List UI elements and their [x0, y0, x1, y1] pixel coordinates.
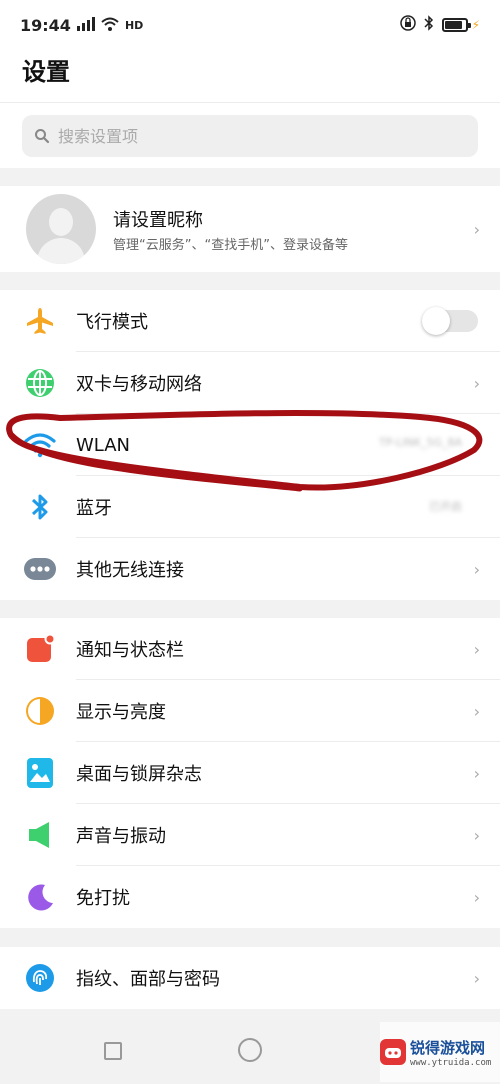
- search-box[interactable]: [22, 115, 478, 157]
- settings-item-label: 声音与振动: [76, 826, 166, 847]
- chevron-right-icon: ›: [473, 374, 480, 393]
- settings-item-sound[interactable]: 声音与振动 ›: [0, 804, 500, 866]
- security-section: 指纹、面部与密码 ›: [0, 947, 500, 1009]
- connectivity-section: 飞行模式 双卡与移动网络 › WLAN TP-LINK_5G_8A 蓝牙 已开启…: [0, 290, 500, 600]
- battery-icon: [441, 18, 471, 32]
- search-input[interactable]: [58, 126, 358, 146]
- wlan-network-value: TP-LINK_5G_8A: [379, 436, 462, 449]
- lock-rotation-icon: [399, 15, 416, 35]
- wifi-icon: [24, 429, 56, 461]
- display-section: 通知与状态栏 › 显示与亮度 › 桌面与锁屏杂志 › 声音与振动 › 免打扰 ›: [0, 618, 500, 928]
- chevron-right-icon: ›: [473, 969, 480, 988]
- bluetooth-status-value: 已开启: [429, 500, 462, 513]
- settings-item-airplane[interactable]: 飞行模式: [0, 290, 500, 352]
- status-right: ⚡: [399, 15, 480, 35]
- chevron-right-icon: ›: [473, 764, 480, 783]
- settings-item-wlan[interactable]: WLAN TP-LINK_5G_8A: [0, 414, 500, 476]
- profile-name: 请设置昵称: [113, 210, 203, 231]
- settings-item-display[interactable]: 显示与亮度 ›: [0, 680, 500, 742]
- globe-icon: [24, 367, 56, 399]
- settings-item-label: 其他无线连接: [76, 560, 184, 581]
- chevron-right-icon: ›: [473, 826, 480, 845]
- watermark: 锐得游戏网 www.ytruida.com: [380, 1022, 500, 1082]
- chevron-right-icon: ›: [473, 560, 480, 579]
- settings-item-label: 通知与状态栏: [76, 640, 184, 661]
- toggle-knob: [422, 307, 450, 335]
- brightness-icon: [24, 695, 56, 727]
- settings-item-label: 双卡与移动网络: [76, 374, 202, 395]
- watermark-logo-icon: [380, 1039, 406, 1065]
- battery-fill: [444, 21, 462, 29]
- settings-item-do-not-disturb[interactable]: 免打扰 ›: [0, 866, 500, 928]
- charging-icon: ⚡: [471, 18, 480, 32]
- settings-item-dual-sim[interactable]: 双卡与移动网络 ›: [0, 352, 500, 414]
- moon-icon: [24, 881, 56, 913]
- chevron-right-icon: ›: [473, 888, 480, 907]
- page-title: 设置: [22, 58, 70, 86]
- profile-card[interactable]: 请设置昵称 管理“云服务”、“查找手机”、登录设备等 ›: [0, 186, 500, 272]
- speaker-icon: [24, 819, 56, 851]
- settings-item-label: WLAN: [76, 434, 131, 456]
- status-left: 19:44 HD: [20, 16, 143, 35]
- settings-item-label: 蓝牙: [76, 498, 112, 519]
- chevron-right-icon: ›: [473, 702, 480, 721]
- avatar-body: [37, 238, 85, 264]
- more-dots-icon: [24, 553, 56, 585]
- status-bar: 19:44 HD ⚡: [0, 0, 500, 50]
- home-button[interactable]: [238, 1038, 262, 1062]
- network-type: HD: [124, 18, 144, 32]
- watermark-url: www.ytruida.com: [410, 1057, 492, 1068]
- settings-item-label: 显示与亮度: [76, 702, 166, 723]
- recent-apps-button[interactable]: [104, 1042, 122, 1060]
- watermark-text: 锐得游戏网 www.ytruida.com: [410, 1037, 491, 1068]
- fingerprint-icon: [24, 962, 56, 994]
- settings-item-label: 飞行模式: [76, 312, 148, 333]
- settings-item-other-wireless[interactable]: 其他无线连接 ›: [0, 538, 500, 600]
- profile-subtitle: 管理“云服务”、“查找手机”、登录设备等: [113, 238, 348, 253]
- notification-icon: [24, 633, 56, 665]
- header: 设置: [0, 50, 500, 102]
- settings-item-wallpaper[interactable]: 桌面与锁屏杂志 ›: [0, 742, 500, 804]
- airplane-icon: [24, 305, 56, 337]
- wallpaper-icon: [24, 757, 56, 789]
- bluetooth-icon: [24, 491, 56, 523]
- chevron-right-icon: ›: [473, 640, 480, 659]
- settings-item-label: 免打扰: [76, 888, 130, 909]
- settings-item-label: 桌面与锁屏杂志: [76, 764, 202, 785]
- settings-item-fingerprint[interactable]: 指纹、面部与密码 ›: [0, 947, 500, 1009]
- search-section: [0, 102, 500, 168]
- airplane-mode-toggle[interactable]: [422, 307, 478, 335]
- bluetooth-status-icon: [424, 15, 434, 35]
- watermark-title: 锐得游戏网: [410, 1038, 486, 1057]
- settings-item-notifications[interactable]: 通知与状态栏 ›: [0, 618, 500, 680]
- avatar: [26, 194, 96, 264]
- status-time: 19:44: [20, 15, 71, 35]
- chevron-right-icon: ›: [473, 220, 480, 239]
- signal-icon: [76, 16, 95, 35]
- wifi-status-icon: [101, 16, 119, 35]
- search-icon: [34, 128, 50, 144]
- settings-item-label: 指纹、面部与密码: [76, 969, 220, 990]
- settings-item-bluetooth[interactable]: 蓝牙 已开启: [0, 476, 500, 538]
- avatar-head: [49, 208, 73, 236]
